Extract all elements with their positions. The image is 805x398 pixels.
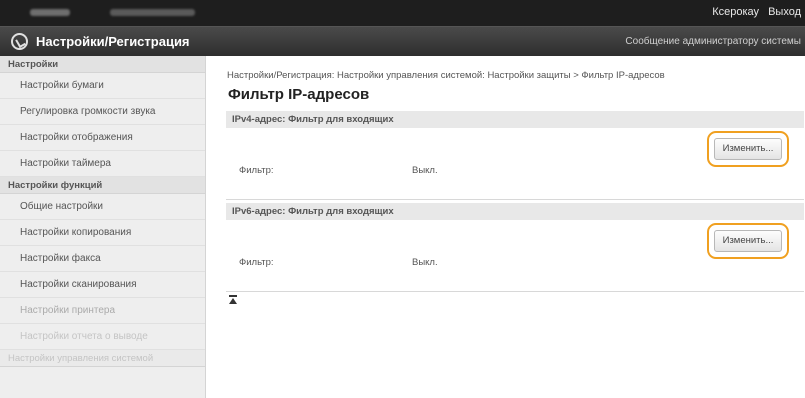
ipv6-filter-label: Фильтр: (239, 257, 274, 268)
user-name: Ксерокау (712, 6, 759, 18)
back-to-top-icon[interactable] (229, 295, 237, 304)
logout-link[interactable]: Выход (768, 6, 801, 18)
sidebar-section-system[interactable]: Настройки управления системой (0, 350, 205, 367)
main-content: Настройки/Регистрация: Настройки управле… (216, 56, 805, 398)
ipv6-section-body: Изменить... Фильтр: Выкл. (226, 220, 804, 292)
ipv6-filter-section: IPv6-адрес: Фильтр для входящих Изменить… (226, 203, 804, 292)
sidebar-item-output-report[interactable]: Настройки отчета о выводе (0, 324, 205, 350)
sidebar-section-functions: Настройки функций (0, 177, 205, 194)
blurred-text (110, 9, 195, 16)
sidebar-item-fax[interactable]: Настройки факса (0, 246, 205, 272)
ipv4-filter-value: Выкл. (412, 165, 438, 176)
back-to-top-bar (229, 295, 237, 297)
title-bar: Настройки/Регистрация Сообщение админист… (0, 26, 805, 56)
sidebar-item-volume[interactable]: Регулировка громкости звука (0, 99, 205, 125)
ipv4-section-body: Изменить... Фильтр: Выкл. (226, 128, 804, 200)
sidebar-item-scan[interactable]: Настройки сканирования (0, 272, 205, 298)
back-to-top-arrow (229, 298, 237, 304)
top-bar: Ксерокау Выход (0, 0, 805, 26)
admin-message-link[interactable]: Сообщение администратору системы (625, 36, 801, 47)
sidebar-section-settings: Настройки (0, 56, 205, 73)
ipv6-filter-value: Выкл. (412, 257, 438, 268)
sidebar-item-printer[interactable]: Настройки принтера (0, 298, 205, 324)
blurred-text (30, 9, 70, 16)
sidebar-item-display[interactable]: Настройки отображения (0, 125, 205, 151)
ipv6-edit-button[interactable]: Изменить... (714, 230, 782, 252)
ipv4-filter-label: Фильтр: (239, 165, 274, 176)
page-title: Фильтр IP-адресов (228, 86, 370, 103)
sidebar-item-general[interactable]: Общие настройки (0, 194, 205, 220)
ipv4-edit-button[interactable]: Изменить... (714, 138, 782, 160)
sidebar-item-copy[interactable]: Настройки копирования (0, 220, 205, 246)
app-title: Настройки/Регистрация (36, 34, 190, 49)
sidebar-item-timer[interactable]: Настройки таймера (0, 151, 205, 177)
ipv4-section-heading: IPv4-адрес: Фильтр для входящих (226, 111, 804, 128)
ipv4-filter-section: IPv4-адрес: Фильтр для входящих Изменить… (226, 111, 804, 200)
sidebar: Настройки Настройки бумаги Регулировка г… (0, 56, 206, 398)
canon-logo-icon (11, 33, 28, 50)
sidebar-item-paper[interactable]: Настройки бумаги (0, 73, 205, 99)
ipv6-section-heading: IPv6-адрес: Фильтр для входящих (226, 203, 804, 220)
breadcrumb: Настройки/Регистрация: Настройки управле… (227, 70, 665, 81)
